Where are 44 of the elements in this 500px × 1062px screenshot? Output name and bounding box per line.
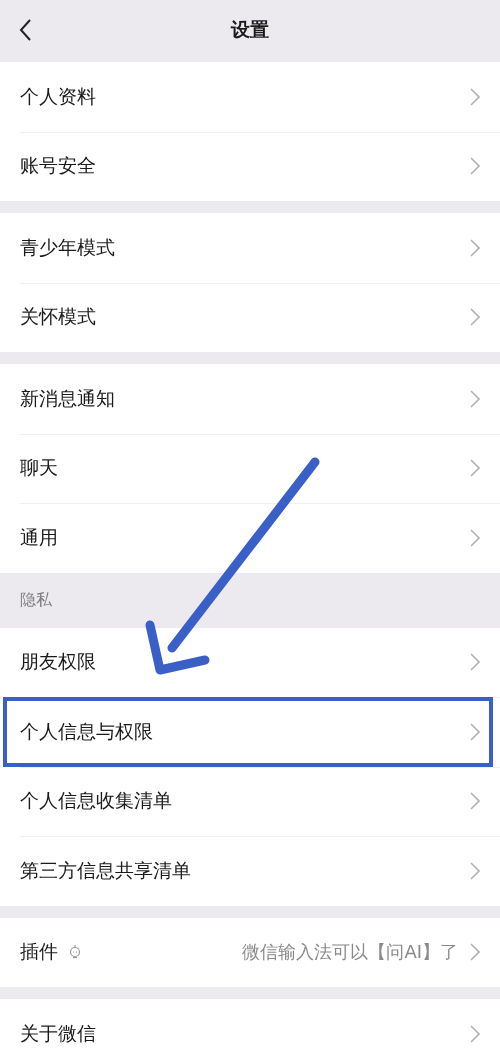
row-label: 个人资料 [20, 83, 96, 109]
bot-icon [68, 944, 82, 961]
row-label: 朋友权限 [20, 649, 96, 675]
settings-row[interactable]: 关怀模式 [0, 282, 500, 352]
chevron-icon [470, 308, 480, 327]
settings-row[interactable]: 聊天 [0, 433, 500, 503]
chevron-icon [470, 389, 480, 408]
chevron-icon [470, 792, 480, 811]
chevron-icon [470, 943, 480, 962]
row-value: 微信输入法可以【问AI】了 [242, 940, 458, 965]
settings-row[interactable]: 第三方信息共享清单 [0, 836, 500, 906]
row-label: 个人信息与权限 [20, 718, 153, 744]
settings-row[interactable]: 朋友权限 [0, 627, 500, 697]
settings-row[interactable]: 青少年模式 [0, 213, 500, 283]
settings-row[interactable]: 个人信息收集清单 [0, 766, 500, 836]
back-icon [18, 18, 32, 42]
settings-row[interactable]: 插件 微信输入法可以【问AI】了 [0, 917, 500, 987]
settings-row[interactable]: 账号安全 [0, 131, 500, 201]
row-label: 账号安全 [20, 153, 96, 179]
page-title: 设置 [231, 17, 269, 42]
chevron-icon [470, 459, 480, 478]
row-label: 插件 [20, 939, 58, 965]
row-label: 青少年模式 [20, 234, 115, 260]
settings-row[interactable]: 个人信息与权限 [0, 697, 500, 767]
chevron-icon [470, 1024, 480, 1043]
settings-row[interactable]: 通用 [0, 503, 500, 573]
section-header: 隐私 [20, 589, 52, 611]
row-label: 聊天 [20, 455, 58, 481]
chevron-icon [470, 238, 480, 257]
row-label: 关于微信 [20, 1020, 96, 1046]
chevron-icon [470, 87, 480, 106]
chevron-icon [470, 528, 480, 547]
row-label: 通用 [20, 524, 58, 550]
settings-row[interactable]: 关于微信 [0, 999, 500, 1062]
chevron-icon [470, 157, 480, 176]
row-label: 新消息通知 [20, 385, 115, 411]
row-label: 关怀模式 [20, 304, 96, 330]
chevron-icon [470, 722, 480, 741]
row-label: 个人信息收集清单 [20, 788, 172, 814]
settings-row[interactable]: 个人资料 [0, 62, 500, 132]
chevron-icon [470, 861, 480, 880]
settings-row[interactable]: 新消息通知 [0, 364, 500, 434]
chevron-icon [470, 653, 480, 672]
row-label: 第三方信息共享清单 [20, 857, 191, 883]
